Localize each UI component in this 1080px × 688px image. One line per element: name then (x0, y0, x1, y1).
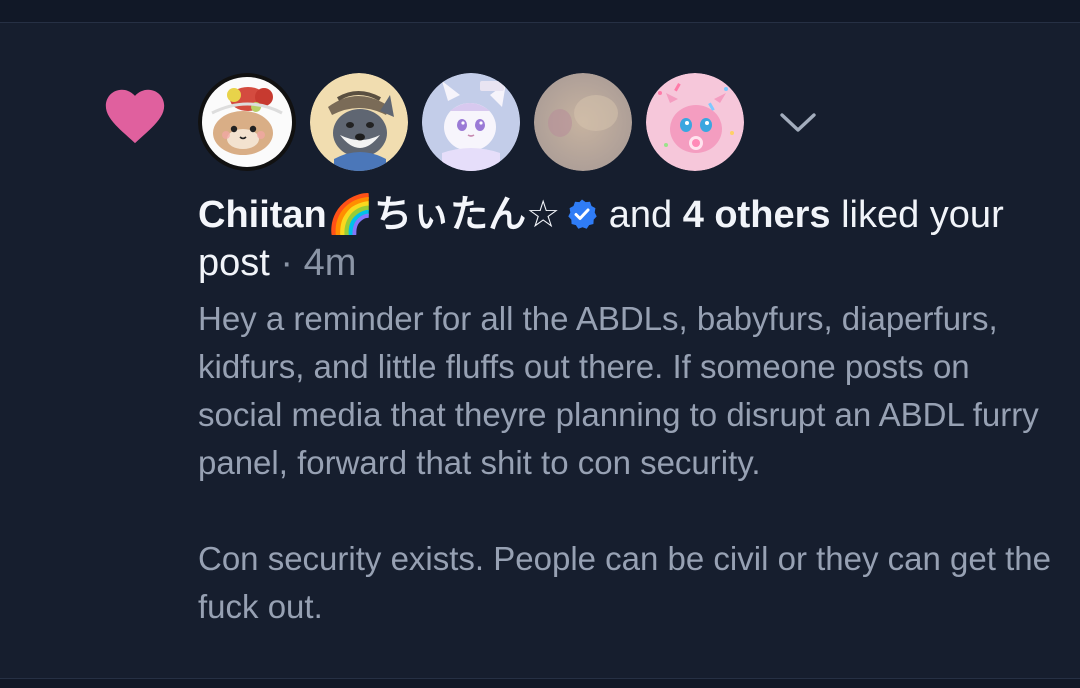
post-paragraph: Con security exists. People can be civil… (198, 540, 1051, 625)
avatar[interactable] (422, 73, 520, 171)
avatar[interactable] (198, 73, 296, 171)
and-text: and (608, 194, 673, 236)
actor-name[interactable]: Chiitan🌈ちぃたん☆ (198, 194, 560, 236)
avatar[interactable] (534, 73, 632, 171)
notification-headline: Chiitan🌈ちぃたん☆ and 4 others liked your po… (198, 191, 1058, 287)
time-ago: 4m (303, 242, 357, 284)
others-count[interactable]: 4 others (683, 194, 831, 236)
heart-icon (105, 89, 165, 144)
chevron-down-icon (780, 113, 816, 132)
time-separator: · (280, 242, 294, 284)
post-body[interactable]: Hey a reminder for all the ABDLs, babyfu… (198, 295, 1058, 631)
post-paragraph: Hey a reminder for all the ABDLs, babyfu… (198, 300, 1039, 481)
liker-avatars (198, 73, 744, 171)
avatar[interactable] (646, 73, 744, 171)
liked-text: liked (841, 194, 920, 236)
expand-button[interactable] (770, 103, 826, 143)
avatar[interactable] (310, 73, 408, 171)
like-notification[interactable]: Chiitan🌈ちぃたん☆ and 4 others liked your po… (0, 23, 1080, 678)
verified-badge-icon (568, 199, 597, 229)
top-divider (0, 0, 1080, 23)
